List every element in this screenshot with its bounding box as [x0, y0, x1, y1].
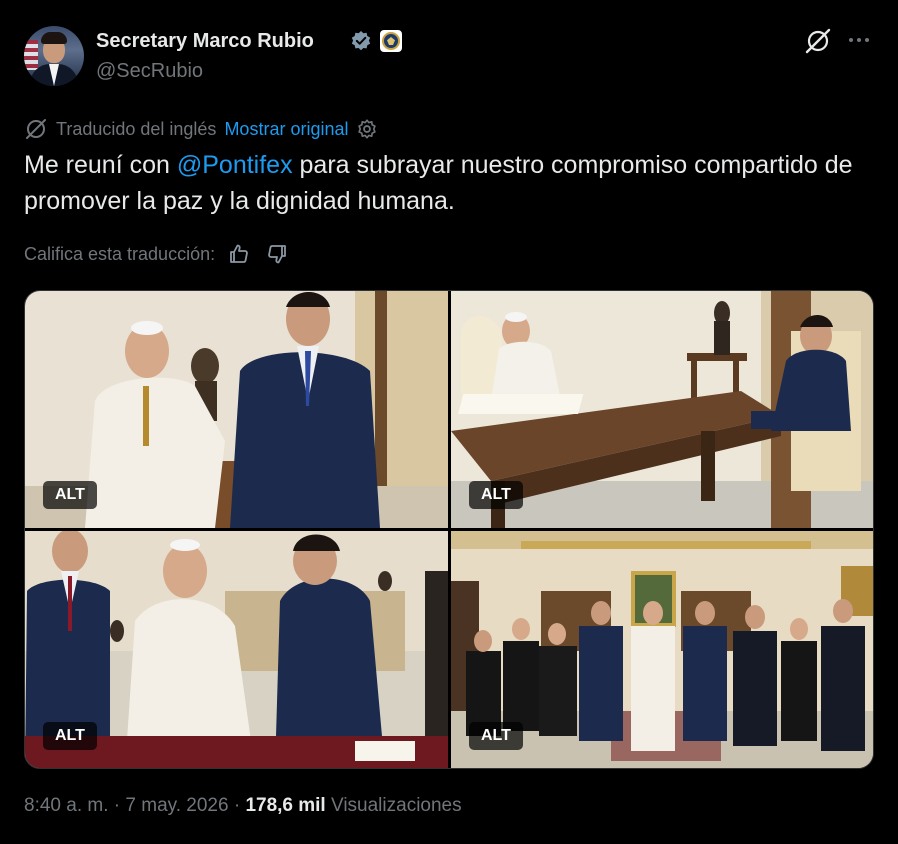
photo-gift-exchange[interactable]: ALT: [25, 531, 448, 768]
verified-badge-icon[interactable]: [350, 30, 372, 52]
tweet-text-start: Me reuní con: [24, 151, 177, 179]
meta-separator: ·: [108, 795, 126, 816]
rate-translation-label: Califica esta traducción:: [24, 243, 216, 264]
mention-link[interactable]: @Pontifex: [177, 151, 293, 179]
more-options-icon[interactable]: [845, 28, 873, 52]
meta-separator: ·: [228, 795, 246, 816]
photo-delegation-group[interactable]: ALT: [451, 531, 873, 768]
thumbs-up-icon[interactable]: [227, 242, 251, 266]
photo-pope-and-rubio-standing[interactable]: ALT: [25, 291, 448, 528]
alt-badge[interactable]: ALT: [43, 722, 97, 750]
tweet-date[interactable]: 7 may. 2026: [125, 795, 228, 816]
state-department-seal-icon[interactable]: [380, 30, 402, 52]
show-original-link[interactable]: Mostrar original: [224, 119, 348, 140]
avatar-hair: [41, 32, 67, 44]
flag-backdrop: [24, 40, 38, 70]
views-label: Visualizaciones: [331, 795, 462, 816]
translation-bar: Traducido del inglés Mostrar original: [24, 117, 378, 141]
author-handle[interactable]: @SecRubio: [96, 60, 203, 83]
media-grid: ALT ALT ALT ALT: [24, 290, 874, 769]
translate-icon: [26, 119, 46, 139]
rate-translation: Califica esta traducción:: [24, 241, 303, 267]
tweet-meta: 8:40 a. m. · 7 may. 2026 · 178,6 mil Vis…: [24, 795, 462, 817]
tweet-time[interactable]: 8:40 a. m.: [24, 795, 109, 816]
grok-icon[interactable]: [803, 27, 833, 55]
gear-icon[interactable]: [356, 118, 378, 140]
alt-badge[interactable]: ALT: [43, 481, 97, 509]
alt-badge[interactable]: ALT: [469, 481, 523, 509]
alt-badge[interactable]: ALT: [469, 722, 523, 750]
avatar[interactable]: [24, 26, 84, 86]
tweet-text: Me reuní con @Pontifex para subrayar nue…: [24, 147, 874, 219]
thumbs-down-icon[interactable]: [265, 242, 289, 266]
author-name[interactable]: Secretary Marco Rubio: [96, 30, 314, 53]
photo-desk-meeting[interactable]: ALT: [451, 291, 873, 528]
translated-from-note: Traducido del inglés: [56, 118, 217, 139]
views-count[interactable]: 178,6 mil: [245, 795, 325, 816]
